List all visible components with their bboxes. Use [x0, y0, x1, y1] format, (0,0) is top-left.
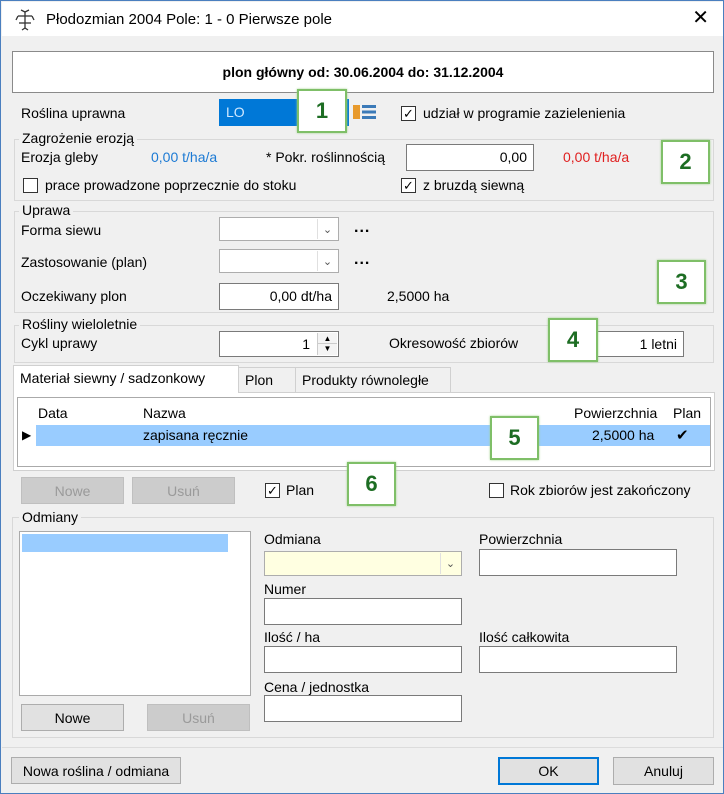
greening-label: udział w programie zazielenienia	[423, 105, 626, 121]
list-item[interactable]	[22, 534, 228, 552]
column-header-data[interactable]: Data	[38, 405, 68, 421]
cycle-spinner[interactable]: ▲ ▼	[317, 333, 337, 355]
variety-select[interactable]: ⌄	[264, 551, 462, 576]
spin-down-icon[interactable]: ▼	[318, 344, 337, 354]
callout-badge-6: 6	[347, 462, 396, 506]
callout-badge-1: 1	[297, 89, 347, 133]
callout-badge-4: 4	[548, 318, 598, 362]
spin-up-icon[interactable]: ▲	[318, 333, 337, 344]
chevron-down-icon: ⌄	[317, 219, 337, 239]
application-more-button[interactable]: ...	[354, 251, 370, 269]
column-header-nazwa[interactable]: Nazwa	[143, 405, 186, 421]
harvest-done-label: Rok zbiorów jest zakończony	[510, 482, 691, 498]
cultivation-group-title: Uprawa	[19, 202, 74, 218]
delete-variety-button[interactable]: Usuń	[147, 704, 250, 731]
row-plan-check-icon: ✔	[676, 427, 689, 444]
soil-erosion-value: 0,00 t/ha/a	[151, 149, 218, 165]
row-area: 2,5000 ha	[592, 427, 655, 443]
table-row[interactable]: zapisana ręcznie 2,5000 ha ✔	[36, 425, 710, 446]
delete-seed-button[interactable]: Usuń	[132, 477, 235, 504]
seed-material-table[interactable]: Data Nazwa Powierzchnia Plan ▶ zapisana …	[17, 397, 711, 467]
furrow-checkbox[interactable]: ✓	[401, 178, 416, 193]
furrow-label: z bruzdą siewną	[423, 177, 525, 193]
crop-rotation-icon	[15, 9, 35, 31]
soil-erosion-label: Erozja gleby	[21, 149, 99, 165]
tab-yield[interactable]: Plon	[238, 367, 296, 393]
varieties-list[interactable]	[19, 531, 251, 696]
across-slope-checkbox[interactable]	[23, 178, 38, 193]
row-pointer-icon: ▶	[22, 428, 32, 442]
across-slope-label: prace prowadzone poprzecznie do stoku	[45, 177, 297, 193]
new-variety-button[interactable]: Nowe	[21, 704, 124, 731]
plan-checkbox[interactable]: ✓	[265, 483, 280, 498]
callout-badge-5: 5	[490, 416, 539, 460]
number-input[interactable]	[264, 598, 462, 625]
ok-button[interactable]: OK	[498, 757, 599, 785]
title-bar: Płodozmian 2004 Pole: 1 - 0 Pierwsze pol…	[2, 2, 723, 36]
seed-material-panel: Data Nazwa Powierzchnia Plan ▶ zapisana …	[13, 392, 715, 471]
expected-yield-input[interactable]: 0,00 dt/ha	[219, 283, 339, 310]
plant-cover-input[interactable]: 0,00	[406, 144, 534, 171]
area-value: 2,5000 ha	[387, 288, 450, 304]
price-label: Cena / jednostka	[264, 679, 370, 695]
column-header-powierzchnia[interactable]: Powierzchnia	[574, 405, 657, 421]
new-seed-button[interactable]: Nowe	[21, 477, 124, 504]
window-title: Płodozmian 2004 Pole: 1 - 0 Pierwsze pol…	[46, 11, 332, 28]
cycle-label: Cykl uprawy	[21, 335, 98, 351]
periodicity-label: Okresowość zbiorów	[389, 335, 519, 351]
qty-total-label: Ilość całkowita	[479, 629, 570, 645]
chevron-down-icon: ⌄	[317, 251, 337, 271]
expected-yield-label: Oczekiwany plon	[21, 288, 127, 304]
cancel-button[interactable]: Anuluj	[613, 757, 714, 785]
tab-seed-material[interactable]: Materiał siewny / sadzonkowy	[13, 365, 239, 393]
sowing-form-label: Forma siewu	[21, 222, 102, 238]
callout-badge-3: 3	[657, 260, 706, 304]
variety-area-label: Powierzchnia	[479, 531, 563, 547]
main-yield-period: plon główny od: 30.06.2004 do: 31.12.200…	[12, 51, 714, 93]
variety-area-input[interactable]	[479, 549, 677, 576]
varieties-group-title: Odmiany	[19, 509, 82, 525]
price-input[interactable]	[264, 695, 462, 722]
erosion-result-value: 0,00 t/ha/a	[563, 149, 630, 165]
sowing-form-more-button[interactable]: ...	[354, 219, 370, 237]
close-icon[interactable]: ✕	[692, 8, 709, 28]
new-plant-variety-button[interactable]: Nowa roślina / odmiana	[11, 757, 181, 784]
crop-list-icon[interactable]	[352, 102, 378, 122]
tab-parallel-products[interactable]: Produkty równoległe	[295, 367, 451, 393]
callout-badge-2: 2	[661, 140, 710, 184]
qty-per-ha-input[interactable]	[264, 646, 462, 673]
footer-divider	[2, 747, 723, 748]
qty-per-ha-label: Ilość / ha	[264, 629, 321, 645]
row-name: zapisana ręcznie	[143, 427, 249, 443]
application-select[interactable]: ⌄	[219, 249, 339, 273]
harvest-done-checkbox[interactable]	[489, 483, 504, 498]
variety-label: Odmiana	[264, 531, 321, 547]
dialog-window: Płodozmian 2004 Pole: 1 - 0 Pierwsze pol…	[0, 0, 724, 794]
application-label: Zastosowanie (plan)	[21, 254, 148, 270]
perennial-group-title: Rośliny wieloletnie	[19, 316, 141, 332]
crop-label: Roślina uprawna	[21, 105, 126, 121]
greening-checkbox[interactable]: ✓	[401, 106, 416, 121]
plan-label: Plan	[286, 482, 315, 498]
plant-cover-label: * Pokr. roślinnością	[266, 149, 386, 165]
column-header-plan[interactable]: Plan	[673, 405, 701, 421]
erosion-group-title: Zagrożenie erozją	[19, 130, 138, 146]
sowing-form-select[interactable]: ⌄	[219, 217, 339, 241]
chevron-down-icon: ⌄	[440, 553, 460, 574]
qty-total-input[interactable]	[479, 646, 677, 673]
number-label: Numer	[264, 581, 307, 597]
